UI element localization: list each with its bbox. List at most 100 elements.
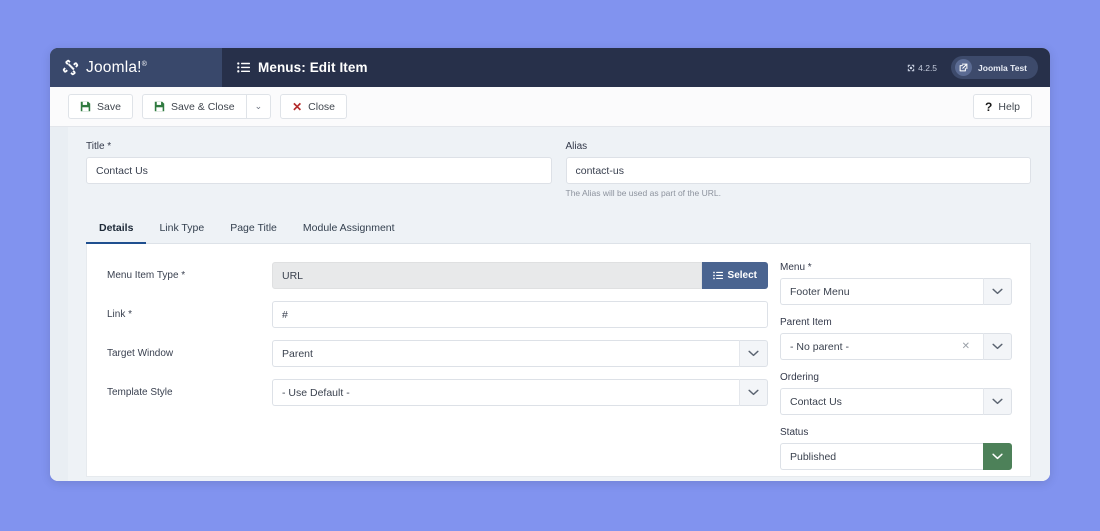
parent-item-value-wrap: - No parent - ✕ <box>780 333 983 360</box>
menu-select[interactable]: Footer Menu <box>780 278 1012 305</box>
template-style-control: - Use Default - <box>272 379 768 406</box>
brand-label: Joomla!® <box>86 59 147 77</box>
admin-header: Joomla!® Menus: Edit Item 4.2.5 <box>50 48 1050 87</box>
title-label: Title * <box>86 141 552 152</box>
site-link-chip[interactable]: Joomla Test <box>951 56 1038 79</box>
target-window-label: Target Window <box>107 348 272 359</box>
site-name-label: Joomla Test <box>978 63 1027 73</box>
save-button[interactable]: Save <box>68 94 133 119</box>
parent-item-value: - No parent - <box>790 341 849 353</box>
target-window-chevron[interactable] <box>739 340 768 367</box>
joomla-admin-window: Joomla!® Menus: Edit Item 4.2.5 <box>50 48 1050 481</box>
header-right-tools: 4.2.5 Joomla Test <box>907 48 1050 87</box>
parent-item-field-group: Parent Item - No parent - ✕ <box>780 317 1012 360</box>
link-label: Link * <box>107 309 272 320</box>
details-side-column: Menu * Footer Menu Parent Item <box>776 262 1030 476</box>
version-indicator: 4.2.5 <box>907 63 937 73</box>
page-title-area: Menus: Edit Item <box>222 48 907 87</box>
chevron-down-icon <box>992 343 1003 350</box>
collapsed-sidebar-rail[interactable] <box>50 127 68 481</box>
template-style-value: - Use Default - <box>272 379 739 406</box>
ordering-field-group: Ordering Contact Us <box>780 372 1012 415</box>
link-control <box>272 301 768 328</box>
link-input[interactable] <box>272 301 768 328</box>
link-row: Link * <box>107 301 768 328</box>
menu-item-type-select-button[interactable]: Select <box>702 262 768 289</box>
ordering-chevron[interactable] <box>983 388 1012 415</box>
chevron-down-icon: ⌄ <box>255 101 263 112</box>
target-window-select[interactable]: Parent <box>272 340 768 367</box>
tab-module-assignment[interactable]: Module Assignment <box>290 215 408 244</box>
menu-item-type-control: URL Select <box>272 262 768 289</box>
details-main-column: Menu Item Type * URL <box>87 262 776 476</box>
save-and-close-button[interactable]: Save & Close <box>142 94 247 119</box>
title-input[interactable] <box>86 157 552 184</box>
help-button[interactable]: ? Help <box>973 94 1032 119</box>
target-window-control: Parent <box>272 340 768 367</box>
status-value: Published <box>780 443 983 470</box>
save-and-close-label: Save & Close <box>171 101 235 113</box>
title-field-group: Title * <box>86 141 552 198</box>
editor-toolbar: Save Save & Close ⌄ ✕ Close <box>50 87 1050 127</box>
list-icon <box>713 271 723 280</box>
chevron-down-icon <box>992 453 1003 460</box>
joomla-logo-icon <box>61 58 80 77</box>
template-style-chevron[interactable] <box>739 379 768 406</box>
tab-page-title[interactable]: Page Title <box>217 215 290 244</box>
brand-area[interactable]: Joomla!® <box>50 48 222 87</box>
save-options-dropdown-button[interactable]: ⌄ <box>247 94 272 119</box>
status-label: Status <box>780 427 1012 438</box>
menu-label: Menu * <box>780 262 1012 273</box>
main-content: Title * Alias The Alias will be used as … <box>68 127 1050 481</box>
menu-item-type-label: Menu Item Type * <box>107 270 272 281</box>
menu-item-type-input-group: URL Select <box>272 262 768 289</box>
template-style-row: Template Style - Use Default - <box>107 379 768 406</box>
status-field-group: Status Published <box>780 427 1012 470</box>
menu-chevron[interactable] <box>983 278 1012 305</box>
floppy-disk-icon <box>154 101 165 112</box>
template-style-label: Template Style <box>107 387 272 398</box>
question-mark-icon: ? <box>985 101 992 113</box>
alias-input[interactable] <box>566 157 1032 184</box>
close-x-icon: ✕ <box>292 101 302 113</box>
ordering-value: Contact Us <box>780 388 983 415</box>
alias-label: Alias <box>566 141 1032 152</box>
clear-x-icon[interactable]: ✕ <box>962 341 974 352</box>
tab-link-type[interactable]: Link Type <box>146 215 217 244</box>
select-button-label: Select <box>728 270 757 281</box>
ordering-label: Ordering <box>780 372 1012 383</box>
list-icon <box>237 62 250 73</box>
admin-body: Title * Alias The Alias will be used as … <box>50 127 1050 481</box>
page-title: Menus: Edit Item <box>258 60 368 75</box>
toolbar-left-group: Save Save & Close ⌄ ✕ Close <box>50 94 347 119</box>
target-window-value: Parent <box>272 340 739 367</box>
chevron-down-icon <box>748 350 759 357</box>
chevron-down-icon <box>992 288 1003 295</box>
close-button[interactable]: ✕ Close <box>280 94 347 119</box>
version-number: 4.2.5 <box>918 63 937 73</box>
parent-item-select[interactable]: - No parent - ✕ <box>780 333 1012 360</box>
save-button-label: Save <box>97 101 121 113</box>
tab-details[interactable]: Details <box>86 215 146 244</box>
close-button-label: Close <box>308 101 335 113</box>
menu-item-type-value: URL <box>272 262 702 289</box>
joomla-glyph-icon <box>907 64 915 72</box>
parent-item-label: Parent Item <box>780 317 1012 328</box>
ordering-select[interactable]: Contact Us <box>780 388 1012 415</box>
save-close-group: Save & Close ⌄ <box>142 94 271 119</box>
chevron-down-icon <box>992 398 1003 405</box>
status-chevron[interactable] <box>983 443 1012 470</box>
external-link-icon <box>955 59 972 76</box>
chevron-down-icon <box>748 389 759 396</box>
tab-bar: Details Link Type Page Title Module Assi… <box>86 215 1031 244</box>
details-tab-panel: Menu Item Type * URL <box>86 244 1031 477</box>
floppy-disk-icon <box>80 101 91 112</box>
menu-value: Footer Menu <box>780 278 983 305</box>
target-window-row: Target Window Parent <box>107 340 768 367</box>
menu-item-type-row: Menu Item Type * URL <box>107 262 768 289</box>
alias-help-text: The Alias will be used as part of the UR… <box>566 188 1032 198</box>
template-style-select[interactable]: - Use Default - <box>272 379 768 406</box>
status-select[interactable]: Published <box>780 443 1012 470</box>
title-alias-row: Title * Alias The Alias will be used as … <box>86 141 1031 198</box>
parent-item-chevron[interactable] <box>983 333 1012 360</box>
